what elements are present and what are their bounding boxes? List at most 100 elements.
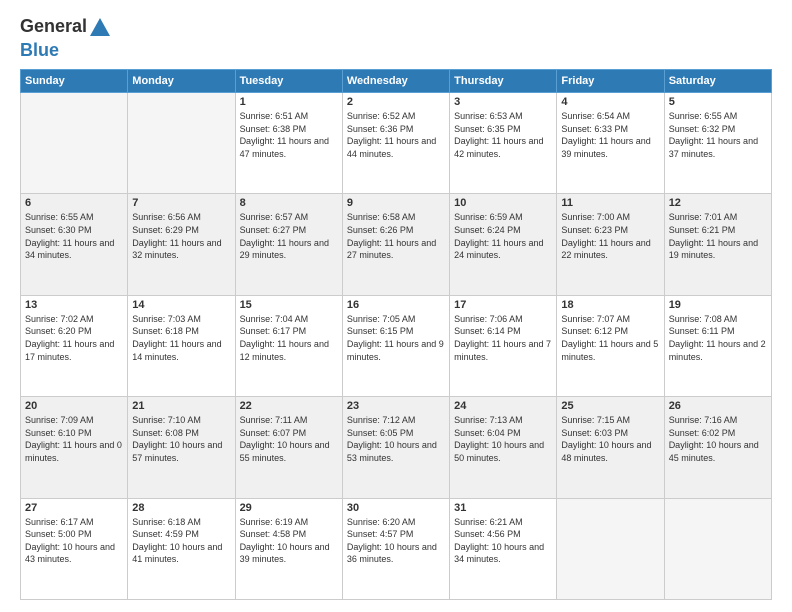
day-info: Sunrise: 6:18 AM Sunset: 4:59 PM Dayligh… [132, 516, 230, 566]
day-info: Sunrise: 7:00 AM Sunset: 6:23 PM Dayligh… [561, 211, 659, 261]
calendar-table: SundayMondayTuesdayWednesdayThursdayFrid… [20, 69, 772, 600]
calendar-cell: 16 Sunrise: 7:05 AM Sunset: 6:15 PM Dayli… [342, 295, 449, 396]
weekday-header-row: SundayMondayTuesdayWednesdayThursdayFrid… [21, 70, 772, 93]
weekday-header-thursday: Thursday [450, 70, 557, 93]
day-number: 26 [669, 400, 767, 412]
calendar-cell: 1 Sunrise: 6:51 AM Sunset: 6:38 PM Daylig… [235, 93, 342, 194]
day-number: 10 [454, 197, 552, 209]
calendar-cell: 27 Sunrise: 6:17 AM Sunset: 5:00 PM Dayli… [21, 498, 128, 599]
calendar-cell: 25 Sunrise: 7:15 AM Sunset: 6:03 PM Dayli… [557, 397, 664, 498]
weekday-header-sunday: Sunday [21, 70, 128, 93]
day-number: 31 [454, 502, 552, 514]
day-number: 23 [347, 400, 445, 412]
day-number: 24 [454, 400, 552, 412]
day-number: 18 [561, 299, 659, 311]
day-info: Sunrise: 7:13 AM Sunset: 6:04 PM Dayligh… [454, 414, 552, 464]
calendar-cell: 22 Sunrise: 7:11 AM Sunset: 6:07 PM Dayli… [235, 397, 342, 498]
calendar-cell: 31 Sunrise: 6:21 AM Sunset: 4:56 PM Dayli… [450, 498, 557, 599]
day-number: 1 [240, 96, 338, 108]
calendar-cell: 17Sunrise: 7:06 AM Sunset: 6:14 PM Dayli… [450, 295, 557, 396]
day-info: Sunrise: 7:15 AM Sunset: 6:03 PM Dayligh… [561, 414, 659, 464]
day-number: 27 [25, 502, 123, 514]
calendar-cell: 3Sunrise: 6:53 AM Sunset: 6:35 PM Daylig… [450, 93, 557, 194]
weekday-header-wednesday: Wednesday [342, 70, 449, 93]
day-info: Sunrise: 7:08 AM Sunset: 6:11 PM Dayligh… [669, 313, 767, 363]
day-info: Sunrise: 7:10 AM Sunset: 6:08 PM Dayligh… [132, 414, 230, 464]
day-number: 12 [669, 197, 767, 209]
day-number: 22 [240, 400, 338, 412]
day-number: 11 [561, 197, 659, 209]
day-info: Sunrise: 6:55 AM Sunset: 6:30 PM Dayligh… [25, 211, 123, 261]
calendar-cell: 18 Sunrise: 7:07 AM Sunset: 6:12 PM Dayli… [557, 295, 664, 396]
day-info: Sunrise: 6:54 AM Sunset: 6:33 PM Dayligh… [561, 110, 659, 160]
day-info: Sunrise: 7:04 AM Sunset: 6:17 PM Dayligh… [240, 313, 338, 363]
day-info: Sunrise: 7:01 AM Sunset: 6:21 PM Dayligh… [669, 211, 767, 261]
logo-icon [88, 16, 112, 40]
day-number: 8 [240, 197, 338, 209]
calendar-cell: 2Sunrise: 6:52 AM Sunset: 6:36 PM Daylig… [342, 93, 449, 194]
day-info: Sunrise: 7:16 AM Sunset: 6:02 PM Dayligh… [669, 414, 767, 464]
calendar-cell: 23 Sunrise: 7:12 AM Sunset: 6:05 PM Dayli… [342, 397, 449, 498]
calendar-cell [128, 93, 235, 194]
day-number: 2 [347, 96, 445, 108]
day-info: Sunrise: 6:21 AM Sunset: 4:56 PM Dayligh… [454, 516, 552, 566]
day-number: 30 [347, 502, 445, 514]
calendar-cell: 6 Sunrise: 6:55 AM Sunset: 6:30 PM Daylig… [21, 194, 128, 295]
day-number: 5 [669, 96, 767, 108]
day-info: Sunrise: 6:55 AM Sunset: 6:32 PM Dayligh… [669, 110, 767, 160]
weekday-header-tuesday: Tuesday [235, 70, 342, 93]
day-info: Sunrise: 6:56 AM Sunset: 6:29 PM Dayligh… [132, 211, 230, 261]
day-number: 28 [132, 502, 230, 514]
weekday-header-saturday: Saturday [664, 70, 771, 93]
calendar-week-row: 6 Sunrise: 6:55 AM Sunset: 6:30 PM Daylig… [21, 194, 772, 295]
calendar-cell [664, 498, 771, 599]
weekday-header-friday: Friday [557, 70, 664, 93]
day-number: 13 [25, 299, 123, 311]
day-info: Sunrise: 7:03 AM Sunset: 6:18 PM Dayligh… [132, 313, 230, 363]
calendar-cell: 21 Sunrise: 7:10 AM Sunset: 6:08 PM Dayli… [128, 397, 235, 498]
logo-blue: Blue [20, 40, 59, 60]
weekday-header-monday: Monday [128, 70, 235, 93]
day-info: Sunrise: 6:20 AM Sunset: 4:57 PM Dayligh… [347, 516, 445, 566]
day-info: Sunrise: 7:12 AM Sunset: 6:05 PM Dayligh… [347, 414, 445, 464]
page-header: General Blue [20, 16, 772, 61]
day-info: Sunrise: 7:02 AM Sunset: 6:20 PM Dayligh… [25, 313, 123, 363]
day-info: Sunrise: 7:07 AM Sunset: 6:12 PM Dayligh… [561, 313, 659, 363]
calendar-cell [557, 498, 664, 599]
day-number: 6 [25, 197, 123, 209]
day-number: 14 [132, 299, 230, 311]
day-info: Sunrise: 6:51 AM Sunset: 6:38 PM Dayligh… [240, 110, 338, 160]
calendar-cell: 9Sunrise: 6:58 AM Sunset: 6:26 PM Daylig… [342, 194, 449, 295]
day-info: Sunrise: 6:53 AM Sunset: 6:35 PM Dayligh… [454, 110, 552, 160]
day-number: 16 [347, 299, 445, 311]
day-number: 21 [132, 400, 230, 412]
calendar-week-row: 20Sunrise: 7:09 AM Sunset: 6:10 PM Dayli… [21, 397, 772, 498]
day-info: Sunrise: 6:57 AM Sunset: 6:27 PM Dayligh… [240, 211, 338, 261]
calendar-cell [21, 93, 128, 194]
day-info: Sunrise: 7:11 AM Sunset: 6:07 PM Dayligh… [240, 414, 338, 464]
calendar-cell: 12 Sunrise: 7:01 AM Sunset: 6:21 PM Dayli… [664, 194, 771, 295]
day-number: 17 [454, 299, 552, 311]
calendar-cell: 15 Sunrise: 7:04 AM Sunset: 6:17 PM Dayli… [235, 295, 342, 396]
calendar-cell: 14 Sunrise: 7:03 AM Sunset: 6:18 PM Dayli… [128, 295, 235, 396]
calendar-cell: 20Sunrise: 7:09 AM Sunset: 6:10 PM Dayli… [21, 397, 128, 498]
day-number: 25 [561, 400, 659, 412]
day-info: Sunrise: 7:05 AM Sunset: 6:15 PM Dayligh… [347, 313, 445, 363]
calendar-cell: 4 Sunrise: 6:54 AM Sunset: 6:33 PM Daylig… [557, 93, 664, 194]
calendar-week-row: 1 Sunrise: 6:51 AM Sunset: 6:38 PM Daylig… [21, 93, 772, 194]
calendar-cell: 7 Sunrise: 6:56 AM Sunset: 6:29 PM Daylig… [128, 194, 235, 295]
day-number: 19 [669, 299, 767, 311]
logo: General Blue [20, 16, 113, 61]
calendar-cell: 29Sunrise: 6:19 AM Sunset: 4:58 PM Dayli… [235, 498, 342, 599]
calendar-week-row: 13 Sunrise: 7:02 AM Sunset: 6:20 PM Dayli… [21, 295, 772, 396]
day-number: 20 [25, 400, 123, 412]
calendar-cell: 8 Sunrise: 6:57 AM Sunset: 6:27 PM Daylig… [235, 194, 342, 295]
logo-general: General [20, 16, 87, 36]
day-info: Sunrise: 6:17 AM Sunset: 5:00 PM Dayligh… [25, 516, 123, 566]
day-number: 4 [561, 96, 659, 108]
day-number: 7 [132, 197, 230, 209]
day-info: Sunrise: 6:59 AM Sunset: 6:24 PM Dayligh… [454, 211, 552, 261]
day-number: 9 [347, 197, 445, 209]
calendar-cell: 10 Sunrise: 6:59 AM Sunset: 6:24 PM Dayli… [450, 194, 557, 295]
day-number: 15 [240, 299, 338, 311]
